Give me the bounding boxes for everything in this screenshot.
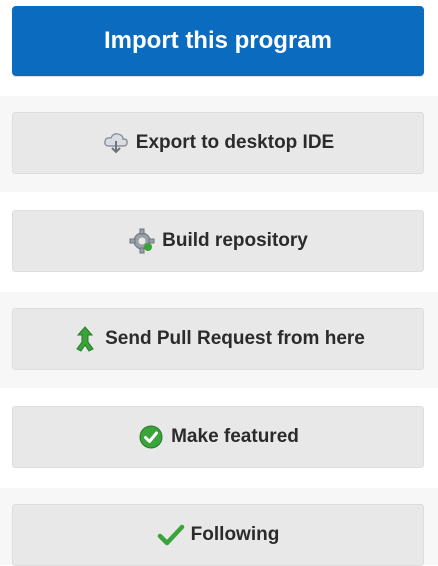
cloud-download-icon [102,129,130,157]
build-repository-button[interactable]: Build repository [12,210,424,272]
export-label: Export to desktop IDE [135,132,335,153]
export-to-desktop-ide-button[interactable]: Export to desktop IDE [12,112,424,174]
branch-merge-icon [71,325,99,353]
send-pull-request-button[interactable]: Send Pull Request from here [12,308,424,370]
build-label: Build repository [162,230,308,251]
checkmark-icon [157,521,185,549]
featured-label: Make featured [171,426,299,447]
following-label: Following [190,524,280,545]
make-featured-button[interactable]: Make featured [12,406,424,468]
import-program-button[interactable]: Import this program [12,6,424,76]
following-button[interactable]: Following [12,504,424,566]
import-program-label: Import this program [103,27,332,54]
pull-request-label: Send Pull Request from here [105,328,365,349]
gear-icon [128,227,156,255]
check-circle-icon [137,423,165,451]
